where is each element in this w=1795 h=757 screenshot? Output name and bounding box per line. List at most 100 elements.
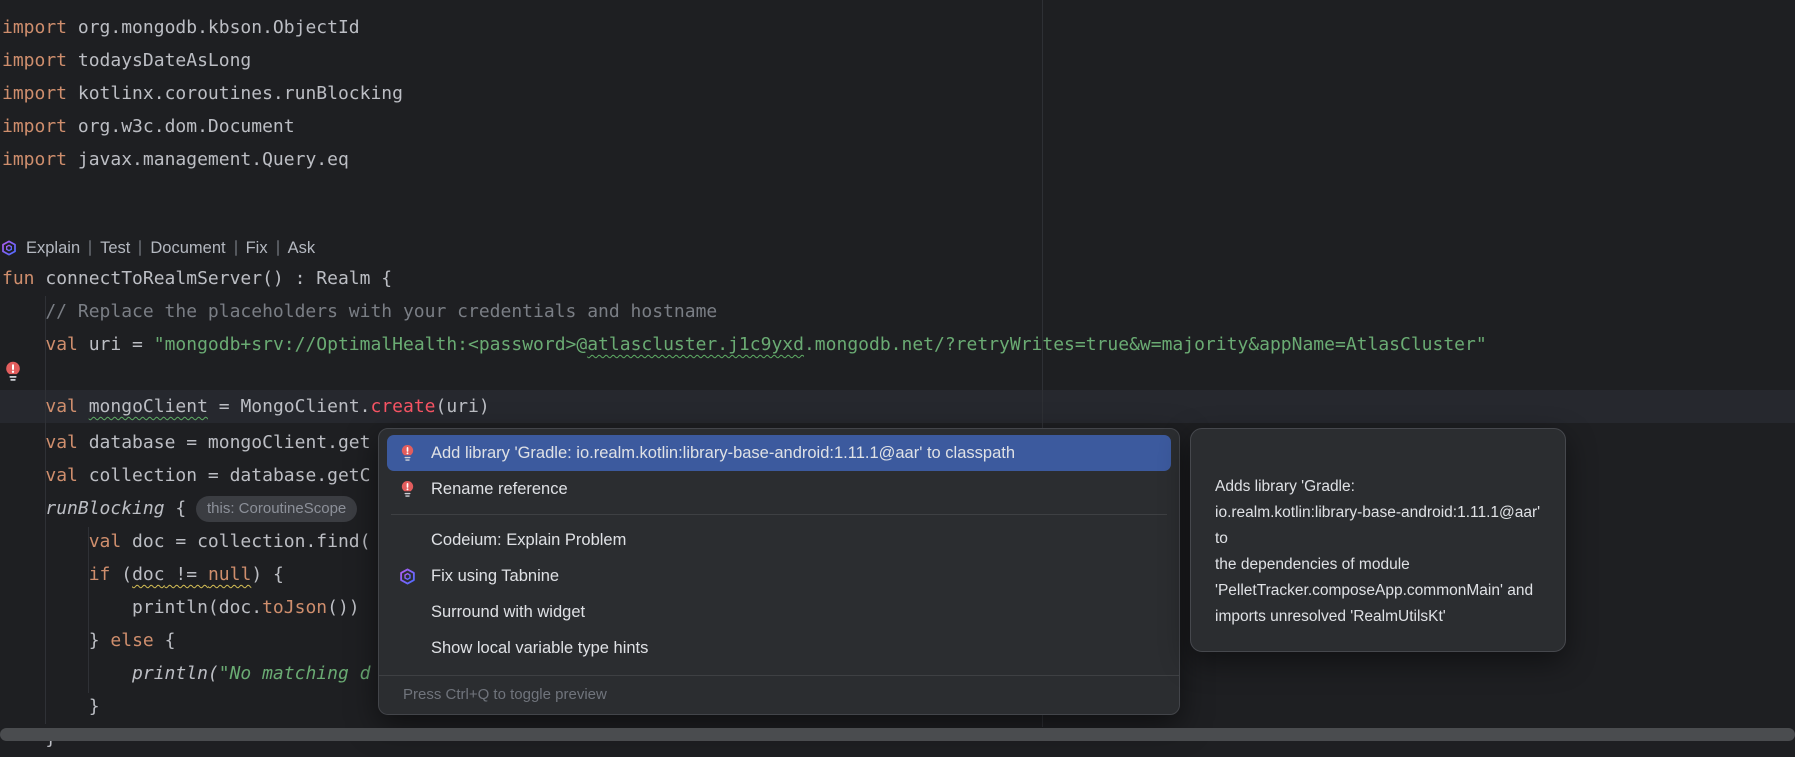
popup-item-label: Surround with widget [431,603,585,622]
code-line-println-nomatch: println("No matching d [2,657,370,690]
code-line-collection: val collection = database.getC [2,459,370,492]
parens: ()) [327,597,360,618]
expression: collection = database.getC [78,465,371,486]
keyword: import [2,83,67,104]
variable: uri = [78,334,154,355]
keyword: val [45,334,78,355]
popup-item-label: Show local variable type hints [431,639,648,658]
function-call: toJson [262,597,327,618]
lens-action-test[interactable]: Test [100,239,130,258]
keyword: import [2,0,67,1]
keyword: val [89,531,122,552]
null-keyword: null [208,564,251,585]
code-line-fun-decl: fun connectToRealmServer() : Realm { [2,262,392,295]
popup-item-codeium-explain[interactable]: Codeium: Explain Problem [387,522,1171,558]
brace: } [89,630,111,651]
function-call: println [132,663,208,684]
variable: doc [132,564,165,585]
keyword: import [2,17,67,38]
ide-editor: import io.realm.kotlin.query.RealmResult… [0,0,1795,757]
lens-action-fix[interactable]: Fix [246,239,268,258]
lens-action-document[interactable]: Document [150,239,225,258]
code-line-println-json: println(doc.toJson()) [2,591,360,624]
indent [2,432,45,453]
import-path: javax.management.Query.eq [67,149,349,170]
keyword: val [45,465,78,486]
import-path: org.w3c.dom.Document [67,116,295,137]
code-line-doc: val doc = collection.find( [2,525,370,558]
lens-separator [139,240,141,256]
code-line-uri: val uri = "mongodb+srv://OptimalHealth:<… [2,328,1487,361]
popup-item-fix-tabnine[interactable]: Fix using Tabnine [387,558,1171,594]
popup-item-show-type-hints[interactable]: Show local variable type hints [387,630,1171,666]
code-line-import-query-eq: import javax.management.Query.eq [2,143,349,176]
space [78,396,89,417]
indent [2,334,45,355]
tabnine-icon [1,240,17,256]
popup-item-rename-reference[interactable]: Rename reference [387,471,1171,507]
keyword: if [89,564,111,585]
popup-item-label: Codeium: Explain Problem [431,531,626,550]
intention-popup: Add library 'Gradle: io.realm.kotlin:lib… [378,428,1180,715]
arguments: (uri) [436,396,490,417]
indent [2,663,132,684]
error-bulb-icon [397,444,417,463]
import-path: kotlinx.coroutines.runBlocking [67,83,403,104]
code-line-comment: // Replace the placeholders with your cr… [2,295,717,328]
lens-separator [235,240,237,256]
code-line-import-todaysdate: import todaysDateAsLong [2,44,251,77]
paren: ( [208,663,219,684]
code-line-runblocking: runBlocking { [2,492,186,525]
function-call: runBlocking [45,498,164,519]
unresolved-reference: create [371,396,436,417]
popup-separator [391,514,1167,515]
keyword: import [2,50,67,71]
code-line-import-document: import org.w3c.dom.Document [2,110,295,143]
popup-item-label: Rename reference [431,480,568,499]
expression: = MongoClient. [208,396,371,417]
indent [2,564,89,585]
import-path: org.mongodb.kbson.ObjectId [67,17,360,38]
popup-footer-hint: Press Ctrl+Q to toggle preview [379,675,1179,714]
indent [2,630,89,651]
variable-typo: mongoClient [89,396,208,417]
code-line-import-objectid: import org.mongodb.kbson.ObjectId [2,11,360,44]
paren: ) { [251,564,284,585]
import-path: todaysDateAsLong [67,50,251,71]
keyword: import [2,116,67,137]
popup-item-label: Add library 'Gradle: io.realm.kotlin:lib… [431,444,1015,463]
string-literal: "No matching d [219,663,371,684]
brace: } [2,696,100,717]
string-literal: "mongodb+srv://OptimalHealth:<password>@ [154,334,587,355]
lens-action-explain[interactable]: Explain [26,239,80,258]
tooltip-text: Adds library 'Gradle: io.realm.kotlin:li… [1215,478,1540,625]
keyword: else [110,630,153,651]
horizontal-scrollbar[interactable] [0,728,1795,741]
brace: { [165,498,187,519]
keyword: import [2,149,67,170]
code-line-close-if: } [2,690,100,723]
string-literal-typo: atlascluster.j1c9yxd [587,334,804,355]
code-line-else: } else { [2,624,175,657]
lens-separator [89,240,91,256]
code-line-if: if (doc != null) { [2,558,284,591]
brace: { [154,630,176,651]
code-line-database: val database = mongoClient.get [2,426,370,459]
keyword: val [45,432,78,453]
popup-item-add-library[interactable]: Add library 'Gradle: io.realm.kotlin:lib… [387,435,1171,471]
string-literal: .mongodb.net/?retryWrites=true&w=majorit… [804,334,1487,355]
import-path: io.realm.kotlin.query.RealmResults [67,0,446,1]
tabnine-icon [397,568,417,585]
lens-action-ask[interactable]: Ask [288,239,316,258]
keyword: val [45,396,78,417]
code-line-import-runblocking: import kotlinx.coroutines.runBlocking [2,77,403,110]
inlay-hint-coroutinescope: this: CoroutineScope [196,496,357,522]
indent [2,465,45,486]
error-bulb-icon [397,480,417,499]
expression: println(doc. [2,597,262,618]
code-line-import-clipped: import io.realm.kotlin.query.RealmResult… [2,0,446,7]
expression: doc = collection.find( [121,531,370,552]
popup-item-surround-widget[interactable]: Surround with widget [387,594,1171,630]
code-lens-actions: Explain Test Document Fix Ask [1,234,315,262]
error-bulb-icon[interactable] [4,361,22,388]
